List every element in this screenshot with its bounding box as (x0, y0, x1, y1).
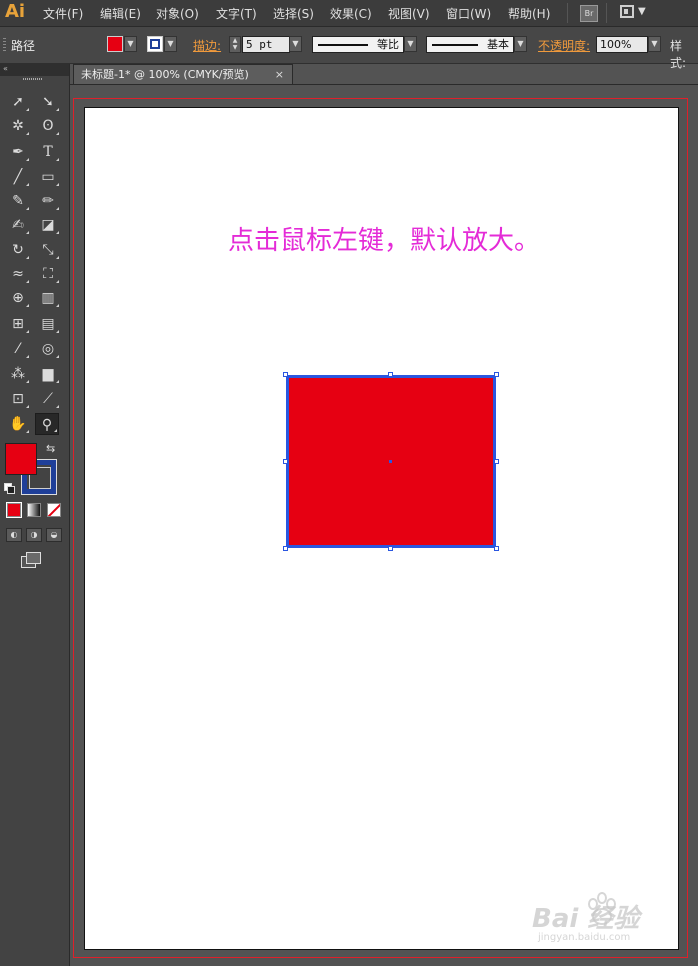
fill-color-box[interactable] (5, 443, 37, 475)
fill-dropdown-arrow[interactable]: ▼ (124, 36, 137, 52)
magic-wand-tool-icon[interactable]: ✲ (6, 115, 30, 137)
handle-top-center[interactable] (388, 372, 393, 377)
blend-tool-icon[interactable]: ◎ (36, 338, 60, 360)
perspective-grid-tool-icon[interactable]: ▥ (36, 287, 60, 309)
draw-inside-icon[interactable]: ◒ (46, 528, 62, 542)
watermark-url: jingyan.baidu.com (538, 932, 631, 943)
width-tool-icon[interactable]: ≈ (6, 263, 30, 285)
stroke-weight-field[interactable]: 5 pt (242, 36, 290, 53)
opacity-label[interactable]: 不透明度: (538, 37, 590, 54)
selection-type-label: 路径 (11, 39, 36, 53)
rotate-tool-icon[interactable]: ↻ (6, 239, 30, 261)
eyedropper-tool-icon[interactable]: ⁄ (6, 338, 30, 360)
menu-bar: Ai 文件(F) 编辑(E) 对象(O) 文字(T) 选择(S) 效果(C) 视… (0, 0, 698, 27)
handle-bottom-right[interactable] (494, 546, 499, 551)
handle-bottom-center[interactable] (388, 546, 393, 551)
style-label[interactable]: 样式: (670, 37, 698, 71)
menu-help[interactable]: 帮助(H) (508, 5, 550, 22)
control-bar: 路径 ▼ ▼ 描边: ▲ ▼ 5 pt ▼ 等比 ▼ 基本 ▼ 不透明度: 100… (0, 27, 698, 70)
bridge-icon[interactable]: Br (580, 5, 598, 22)
lasso-tool-icon[interactable]: ʘ (36, 115, 60, 137)
profile-label: 等比 (377, 38, 399, 51)
artboard-tool-icon[interactable]: ⊡ (6, 388, 30, 410)
column-graph-tool-icon[interactable]: ▆ (36, 363, 60, 385)
center-point (389, 460, 392, 463)
free-transform-tool-icon[interactable]: ⛶ (36, 263, 60, 285)
zoom-tool-icon[interactable]: ⚲ (35, 413, 59, 435)
blob-brush-tool-icon[interactable]: ✍ (6, 214, 30, 236)
variable-width-profile[interactable]: 等比 (312, 36, 404, 53)
menu-edit[interactable]: 编辑(E) (100, 5, 141, 22)
draw-normal-icon[interactable]: ◐ (6, 528, 22, 542)
stroke-dropdown-arrow[interactable]: ▼ (164, 36, 177, 52)
screen-mode-icon[interactable] (21, 552, 41, 568)
handle-bottom-left[interactable] (283, 546, 288, 551)
panel-collapse-icon[interactable]: « (0, 64, 69, 76)
menu-window[interactable]: 窗口(W) (446, 5, 491, 22)
brush-dropdown[interactable]: ▼ (514, 36, 527, 52)
menu-file[interactable]: 文件(F) (43, 5, 83, 22)
app-logo: Ai (5, 1, 26, 22)
handle-middle-right[interactable] (494, 459, 499, 464)
none-slash (48, 504, 60, 516)
tools-panel: « ➚ ➘ ✲ ʘ ✒ T ╱ ▭ ✎ ✏ ✍ ◪ ↻ ⤡ ≈ ⛶ ⊕ ▥ ⊞ … (0, 64, 70, 966)
eraser-tool-icon[interactable]: ◪ (36, 214, 60, 236)
opacity-dropdown[interactable]: ▼ (648, 36, 661, 52)
mesh-tool-icon[interactable]: ⊞ (6, 313, 30, 335)
brush-label: 基本 (487, 38, 509, 51)
brush-definition[interactable]: 基本 (426, 36, 514, 53)
handle-middle-left[interactable] (283, 459, 288, 464)
close-icon[interactable]: × (275, 65, 284, 84)
pencil-tool-icon[interactable]: ✏ (36, 190, 60, 212)
tools-grip[interactable] (23, 78, 43, 80)
none-mode-icon[interactable] (47, 503, 61, 517)
chevron-down-icon[interactable]: ▼ (638, 6, 646, 17)
stroke-color-swatch[interactable] (147, 36, 163, 52)
stroke-label[interactable]: 描边: (193, 37, 221, 54)
profile-dropdown[interactable]: ▼ (404, 36, 417, 52)
direct-selection-tool-icon[interactable]: ➘ (36, 91, 60, 113)
handle-top-right[interactable] (494, 372, 499, 377)
profile-line-icon (318, 44, 368, 46)
menu-view[interactable]: 视图(V) (388, 5, 430, 22)
scale-tool-icon[interactable]: ⤡ (36, 239, 60, 261)
slice-tool-icon[interactable]: ⟋ (36, 388, 60, 410)
symbol-sprayer-tool-icon[interactable]: ⁂ (6, 363, 30, 385)
handle-top-left[interactable] (283, 372, 288, 377)
fill-color-swatch[interactable] (107, 36, 123, 52)
draw-behind-icon[interactable]: ◑ (26, 528, 42, 542)
menu-type[interactable]: 文字(T) (216, 5, 257, 22)
menu-object[interactable]: 对象(O) (156, 5, 199, 22)
menu-effect[interactable]: 效果(C) (330, 5, 372, 22)
gradient-tool-icon[interactable]: ▤ (36, 313, 60, 335)
pen-tool-icon[interactable]: ✒ (6, 141, 30, 163)
selection-tool-icon[interactable]: ➚ (6, 91, 30, 113)
menu-divider (606, 3, 607, 23)
swap-fill-stroke-icon[interactable]: ⇆ (46, 442, 55, 455)
color-mode-icon[interactable] (6, 502, 22, 518)
line-tool-icon[interactable]: ╱ (6, 166, 30, 188)
stroke-square-icon (150, 39, 160, 49)
document-tab[interactable]: 未标题-1* @ 100% (CMYK/预览) × (73, 64, 293, 84)
watermark-brand: Bai 经验 (532, 904, 640, 934)
paintbrush-tool-icon[interactable]: ✎ (6, 190, 30, 212)
rectangle-tool-icon[interactable]: ▭ (36, 166, 60, 188)
opacity-field[interactable]: 100% (596, 36, 648, 53)
default-fill-stroke-icon[interactable] (4, 483, 15, 494)
stroke-weight-spinner[interactable]: ▲ ▼ (229, 36, 241, 53)
workspace-icon[interactable] (620, 5, 634, 18)
brush-line-icon (432, 44, 478, 46)
hand-tool-icon[interactable]: ✋ (6, 413, 30, 435)
type-tool-icon[interactable]: T (36, 141, 60, 163)
menu-divider (567, 3, 568, 23)
instruction-text: 点击鼠标左键，默认放大。 (228, 226, 541, 256)
document-tab-title: 未标题-1* @ 100% (CMYK/预览) (81, 68, 249, 81)
stroke-weight-dropdown[interactable]: ▼ (289, 36, 302, 52)
grip-handle[interactable] (3, 38, 6, 52)
gradient-mode-icon[interactable] (27, 503, 41, 517)
shape-builder-tool-icon[interactable]: ⊕ (6, 287, 30, 309)
menu-select[interactable]: 选择(S) (273, 5, 314, 22)
